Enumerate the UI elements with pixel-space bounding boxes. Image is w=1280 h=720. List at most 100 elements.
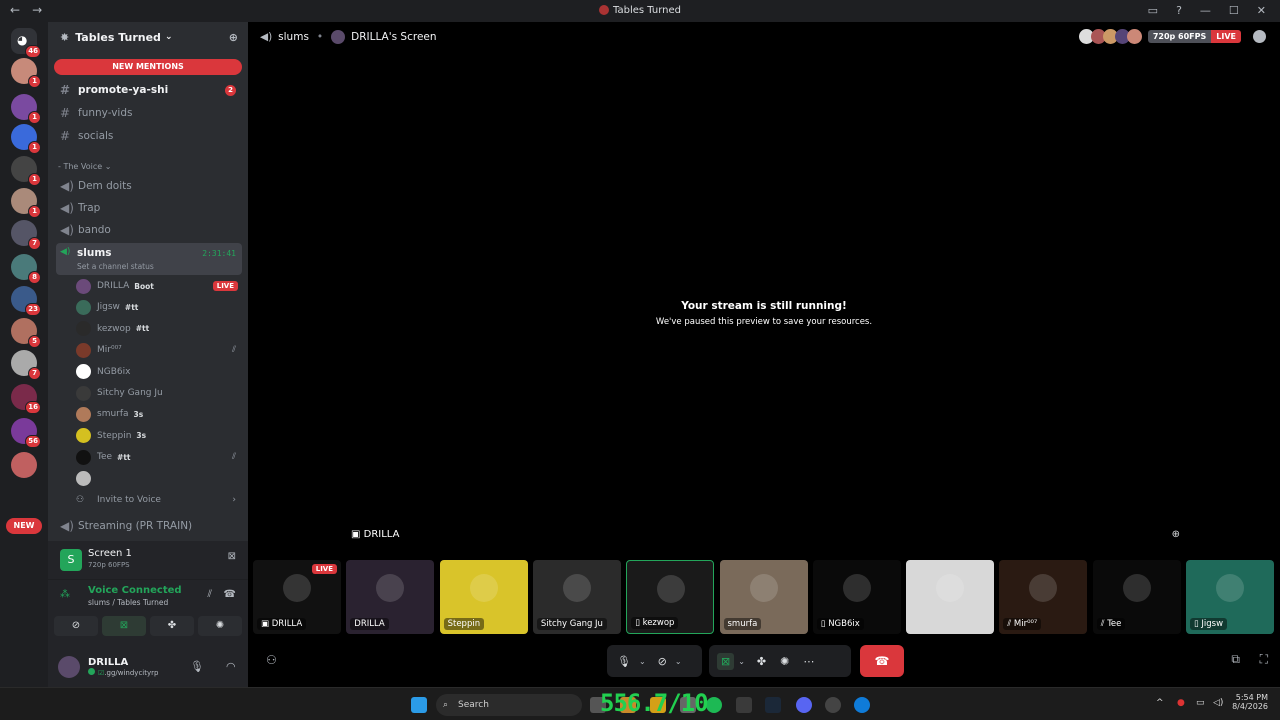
voice-member[interactable]: NGB6ix [76, 362, 242, 382]
chevron-down-icon[interactable]: ⌄ [639, 657, 646, 666]
chrome-icon[interactable] [825, 697, 841, 713]
microphone-icon[interactable]: 🎙 [190, 660, 204, 673]
chat-bubble-icon[interactable] [1253, 30, 1266, 43]
voice-channel-slums[interactable]: ◀) slums 2:31:41 Set a channel status [56, 243, 242, 275]
voice-member[interactable]: Mir⁰⁰⁷ ⫽ [76, 340, 242, 360]
popout-icon[interactable]: ⧉ [1231, 652, 1240, 667]
inbox-icon[interactable]: ▭ [1148, 4, 1158, 17]
chevron-down-icon[interactable]: ⌄ [738, 657, 745, 666]
participant-tile[interactable]: ▯ kezwop [626, 560, 715, 634]
avatar[interactable] [58, 656, 80, 678]
channel-socials[interactable]: # socials [56, 126, 242, 146]
maximize-icon[interactable]: ☐ [1229, 4, 1239, 17]
channel-funny-vids[interactable]: # funny-vids [56, 103, 242, 123]
server-icon[interactable]: 1 [11, 94, 41, 124]
divider [48, 579, 248, 580]
tray-chevron-icon[interactable]: ^ [1156, 698, 1164, 708]
server-header[interactable]: ✸ Tables Turned ⌄ ⊕ [48, 22, 248, 52]
participant-tile[interactable] [906, 560, 995, 634]
headset-icon[interactable]: ◠ [226, 660, 236, 673]
activities-button[interactable]: ✤ [150, 616, 194, 636]
activities-icon[interactable]: ✤ [757, 655, 766, 668]
voice-member[interactable]: smurfa 3s [76, 404, 242, 424]
voice-member[interactable]: Sitchy Gang Ju [76, 383, 242, 403]
server-icon[interactable]: 1 [11, 156, 41, 186]
network-icon[interactable]: ▭ [1196, 698, 1205, 708]
participant-tile[interactable]: LIVE ▣ DRILLA [253, 560, 341, 634]
voice-member[interactable]: Steppin 3s [76, 426, 242, 446]
spotify-icon[interactable] [706, 697, 722, 713]
noise-suppression-icon[interactable]: ⫽ [208, 589, 212, 600]
share-screen-icon[interactable]: ⊠ [717, 652, 735, 670]
disconnect-button[interactable]: ☎ [860, 645, 904, 677]
participant-tile[interactable]: ⫽ Mir⁰⁰⁷ [999, 560, 1088, 634]
channel-promote[interactable]: # promote-ya-shi 2 [56, 80, 242, 100]
new-mentions-banner[interactable]: NEW MENTIONS [54, 59, 242, 75]
new-unreads-pill[interactable]: NEW [6, 518, 42, 534]
server-icon[interactable]: 1 [11, 124, 41, 154]
edge-icon[interactable] [854, 697, 870, 713]
participant-tile[interactable]: Sitchy Gang Ju [532, 560, 621, 634]
windows-start-icon[interactable] [411, 697, 427, 713]
discord-icon[interactable] [796, 697, 812, 713]
server-icon[interactable]: 16 [11, 384, 41, 414]
voice-channel-dem-doits[interactable]: ◀) Dem doits [56, 176, 242, 196]
voice-member[interactable]: Jigsw #tt [76, 297, 242, 317]
voice-member[interactable] [76, 469, 242, 489]
participant-tile[interactable]: smurfa [719, 560, 808, 634]
category-header[interactable]: - The Voice ⌄ [58, 162, 111, 171]
camera-off-icon[interactable]: ⊘ [658, 655, 667, 668]
voice-channel-streaming[interactable]: ◀) Streaming (PR TRAIN) [56, 516, 242, 536]
participant-tile[interactable]: ▯ Jigsw [1186, 560, 1274, 634]
clock[interactable]: 5:54 PM 8/4/2026 [1232, 693, 1268, 711]
voice-member[interactable]: DRILLA Boot LIVE [76, 276, 242, 296]
stage-channel[interactable]: slums [278, 31, 309, 43]
server-icon[interactable] [11, 452, 37, 478]
more-icon[interactable]: ⋯ [803, 655, 814, 668]
voice-member[interactable]: Tee #tt ⫽ [76, 447, 242, 467]
server-icon[interactable]: 7 [11, 350, 41, 380]
voice-channel-bando[interactable]: ◀) bando [56, 220, 242, 240]
chevron-down-icon[interactable]: ⌄ [675, 657, 682, 666]
voice-connected-label[interactable]: Voice Connected [88, 585, 182, 596]
microphone-icon[interactable]: 🎙 [617, 655, 631, 668]
server-icon[interactable]: 23 [11, 286, 41, 316]
server-icon[interactable]: 5 [11, 318, 41, 348]
voice-channel-trap[interactable]: ◀) Trap [56, 198, 242, 218]
soundboard-button[interactable]: ✺ [198, 616, 242, 636]
help-icon[interactable]: ? [1176, 4, 1182, 17]
taskbar-search[interactable]: ⌕ Search [436, 694, 582, 716]
participant-tile[interactable]: Steppin [439, 560, 528, 634]
voice-member[interactable]: kezwop #tt [76, 319, 242, 339]
mic-tray-icon[interactable]: ● [1177, 698, 1185, 708]
invite-to-voice[interactable]: ⚇ Invite to Voice › [76, 490, 242, 510]
server-icon[interactable]: 56 [11, 418, 41, 448]
zoom-icon[interactable]: ⊕ [1172, 529, 1180, 540]
minimize-icon[interactable]: — [1200, 4, 1211, 17]
soundboard-icon[interactable]: ✺ [780, 655, 789, 668]
chevron-down-icon: ⌄ [164, 32, 173, 42]
participant-tile[interactable]: ⫽ Tee [1092, 560, 1181, 634]
participant-tile[interactable]: DRILLA [346, 560, 435, 634]
camera-off-button[interactable]: ⊘ [54, 616, 98, 636]
steam-icon[interactable] [765, 697, 781, 713]
channel-status-setter[interactable]: Set a channel status [77, 262, 154, 271]
channel-label: bando [78, 224, 111, 236]
server-icon[interactable]: 7 [11, 220, 41, 250]
server-icon[interactable]: 1 [11, 58, 41, 88]
fullscreen-icon[interactable]: ⛶ [1260, 652, 1268, 667]
add-person-icon[interactable]: ⚇ [266, 653, 277, 667]
add-member-icon[interactable]: ⊕ [229, 31, 238, 44]
share-screen-button[interactable]: ⊠ [102, 616, 146, 636]
server-icon[interactable]: 1 [11, 188, 41, 218]
server-icon[interactable]: 8 [11, 254, 41, 284]
stop-share-icon[interactable]: ⊠ [228, 551, 236, 562]
close-icon[interactable]: ✕ [1257, 4, 1266, 17]
viewer-avatars[interactable] [1078, 29, 1142, 44]
disconnect-icon[interactable]: ☎ [224, 589, 236, 600]
home-button[interactable]: ◕ 46 [11, 28, 41, 58]
participant-tile[interactable]: ▯ NGB6ix [812, 560, 901, 634]
tile-name: Tee [1107, 619, 1122, 629]
xbox-icon[interactable] [736, 697, 752, 713]
volume-icon[interactable]: ◁) [1213, 698, 1223, 708]
